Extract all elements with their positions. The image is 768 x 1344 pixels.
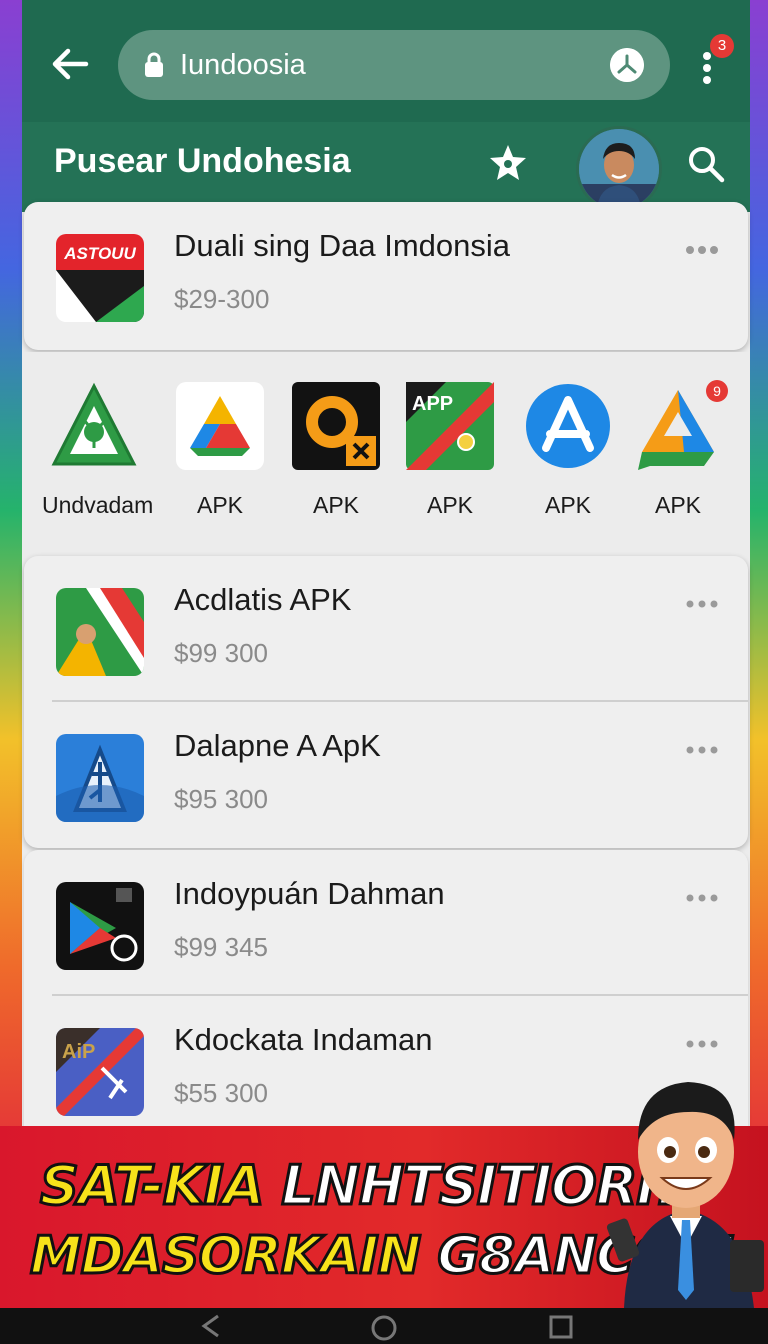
orange-ring-icon <box>292 382 380 470</box>
banner-text-yellow: MDASORKAIN <box>28 1225 422 1288</box>
app-list-card: Acdlatis APK $99 300 Dalapne A ApK $95 3… <box>24 556 748 848</box>
url-text: Iundoosia <box>180 49 306 81</box>
browser-toolbar: Iundoosia 3 <box>22 0 750 122</box>
address-bar[interactable]: Iundoosia <box>118 30 670 100</box>
back-arrow-icon[interactable] <box>50 44 90 84</box>
apk-icon-grid: Undvadam APK APK APP APK APK 9 APK <box>22 352 750 550</box>
grid-item-apk[interactable]: 9 APK <box>626 380 728 532</box>
grid-item-apk[interactable]: APK <box>516 382 616 532</box>
grid-item-apk[interactable]: APP APK <box>398 382 498 532</box>
app-name: Dalapne A ApK <box>174 728 381 763</box>
grid-item-apk[interactable]: APK <box>168 382 268 532</box>
list-item[interactable]: Dalapne A ApK $95 300 <box>24 702 748 850</box>
notification-badge: 3 <box>710 34 734 58</box>
app-store-icon <box>526 384 610 468</box>
banner-text-white: G8A <box>436 1225 556 1288</box>
banner-headline-1: SAT-KIA LNHTSITIORI! <box>39 1153 682 1219</box>
grid-item-label: APK <box>312 492 360 518</box>
featured-app-icon: ASTOUU <box>56 234 144 322</box>
app-name: Indoypuán Dahman <box>174 876 445 911</box>
grid-item-label: Undvadam <box>42 492 154 518</box>
avatar[interactable] <box>576 126 662 212</box>
lock-icon <box>145 52 163 77</box>
app-price: $99 300 <box>174 638 268 668</box>
grid-item-label: APK <box>544 492 592 518</box>
app-icon-text: APP <box>412 393 453 415</box>
app-name: Duali sing Daa Imdonsia <box>174 228 511 263</box>
featured-app-card[interactable]: ASTOUU Duali sing Daa Imdonsia $29-300 <box>24 202 748 350</box>
nav-back-icon[interactable] <box>200 1314 224 1338</box>
more-options-icon[interactable] <box>684 888 720 908</box>
app-price: $99 345 <box>174 932 268 962</box>
app-icon <box>56 734 144 822</box>
nav-recents-icon[interactable] <box>548 1314 574 1340</box>
grid-item-label: APK <box>426 492 474 518</box>
banner-text-yellow: SAT-KIA <box>39 1153 267 1219</box>
more-options-icon[interactable] <box>684 1034 720 1054</box>
grid-item-undvadam[interactable]: Undvadam <box>42 382 153 532</box>
mascot-illustration <box>606 1082 764 1308</box>
more-options-icon[interactable] <box>684 594 720 614</box>
app-header: Pusear Undohesia <box>22 122 750 212</box>
featured-icon-text: ASTOUU <box>63 244 136 263</box>
list-item[interactable]: Indoypuán Dahman $99 345 <box>24 850 748 998</box>
app-icon <box>56 882 144 970</box>
profile-photo <box>579 129 659 209</box>
account-icon[interactable] <box>610 48 644 82</box>
system-nav-bar <box>0 1308 768 1344</box>
page-title: Pusear Undohesia <box>54 142 351 180</box>
notification-badge: 9 <box>706 380 728 402</box>
more-options-icon[interactable] <box>684 740 720 760</box>
list-item[interactable]: ASTOUU Duali sing Daa Imdonsia $29-300 <box>24 202 748 350</box>
app-name: Kdockata Indaman <box>174 1022 433 1057</box>
list-item[interactable]: Acdlatis APK $99 300 <box>24 556 748 704</box>
app-icon-text: AiP <box>62 1041 95 1063</box>
app-stripe-icon: APP <box>406 382 494 470</box>
green-a-app-icon <box>51 382 137 466</box>
app-price: $29-300 <box>174 284 270 314</box>
grid-item-label: APK <box>654 492 702 518</box>
drive-triangle-icon <box>176 382 264 470</box>
app-price: $55 300 <box>174 1078 268 1108</box>
more-options-icon[interactable] <box>684 240 720 260</box>
app-name: Acdlatis APK <box>174 582 352 617</box>
app-icon: AiP <box>56 1028 144 1116</box>
grid-item-label: APK <box>196 492 244 518</box>
app-icon <box>56 588 144 676</box>
grid-item-apk[interactable]: APK <box>284 382 384 532</box>
search-icon[interactable] <box>686 144 726 184</box>
star-icon[interactable] <box>488 142 528 182</box>
nav-home-icon[interactable] <box>370 1314 398 1342</box>
app-price: $95 300 <box>174 784 268 814</box>
